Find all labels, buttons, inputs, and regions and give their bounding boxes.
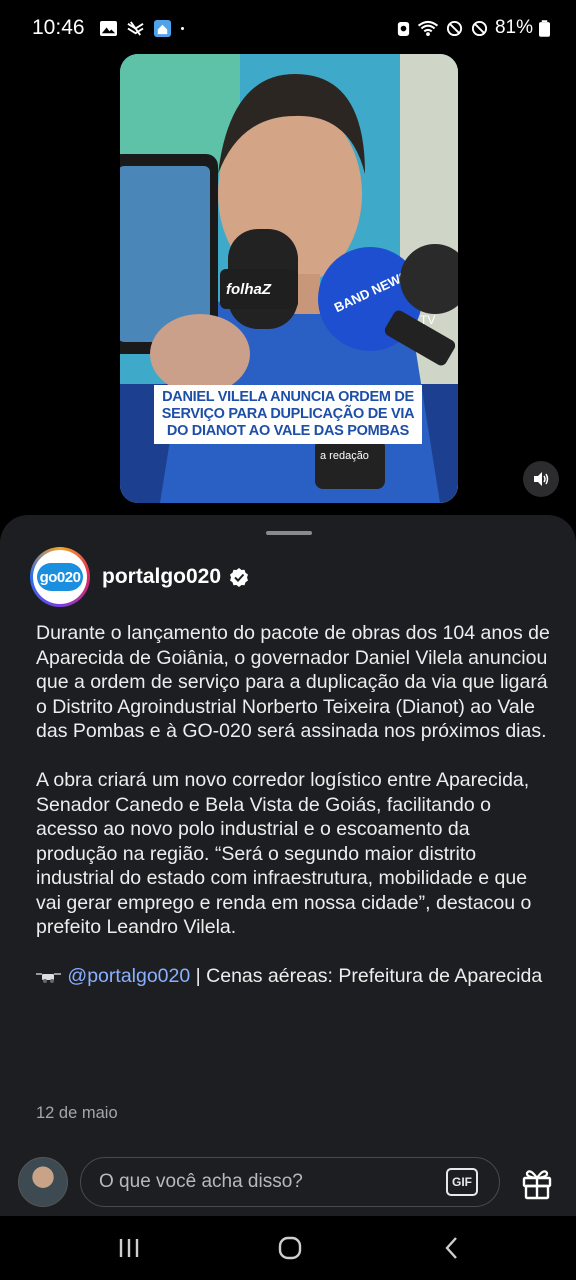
author-username[interactable]: portalgo020: [102, 565, 221, 589]
post-date: 12 de maio: [36, 1104, 118, 1122]
author-logo: go020: [37, 563, 83, 591]
dnd-icon: [471, 20, 488, 36]
home-app-icon: [153, 19, 171, 37]
volume-icon: [534, 472, 549, 486]
volume-button[interactable]: [523, 461, 559, 497]
wifi-icon: [417, 20, 439, 36]
drag-handle[interactable]: [266, 531, 312, 535]
caption-line-1: DANIEL VILELA ANUNCIA ORDEM DE: [162, 389, 414, 405]
recent-apps-icon: [119, 1239, 139, 1257]
gift-icon[interactable]: [520, 1166, 554, 1200]
mic-label-folha: folhaZ: [226, 281, 272, 298]
caption-line-3: DO DIANOT AO VALE DAS POMBAS: [166, 423, 410, 439]
gif-button[interactable]: GIF: [446, 1168, 478, 1196]
comment-bar: GIF: [0, 1148, 576, 1216]
system-nav-bar: [0, 1216, 576, 1280]
post-paragraph: A obra criará um novo corredor logístico…: [36, 769, 532, 938]
mention-link[interactable]: @portalgo020: [67, 965, 190, 987]
mic-label-redacao: a redação: [320, 450, 369, 462]
verified-badge-icon: [230, 568, 249, 587]
gallery-icon: [99, 20, 117, 36]
recent-apps-button[interactable]: [113, 1232, 145, 1264]
battery-icon: [539, 19, 550, 37]
drone-icon: [36, 972, 61, 983]
sync-icon: [127, 20, 144, 36]
home-icon: [278, 1236, 302, 1260]
credit-text: | Cenas aéreas: Prefeitura de Aparecida: [190, 965, 543, 987]
dnd-icon: [446, 20, 463, 36]
post-sheet: go020 portalgo020 Durante o lançamento d…: [0, 515, 576, 1215]
post-caption: Durante o lançamento do pacote de obras …: [36, 621, 552, 989]
status-bar: 10:46 81%: [0, 0, 576, 56]
home-button[interactable]: [274, 1232, 306, 1264]
alarm-icon: [397, 21, 410, 36]
mic-label-tv: TV: [420, 313, 435, 327]
post-credit: @portalgo020 | Cenas aéreas: Prefeitura …: [36, 964, 552, 989]
status-time: 10:46: [32, 16, 85, 39]
user-avatar[interactable]: [18, 1157, 68, 1207]
dot-icon: [180, 26, 184, 30]
post-paragraph: Durante o lançamento do pacote de obras …: [36, 622, 550, 742]
battery-percent: 81%: [494, 17, 533, 38]
reel-video[interactable]: folhaZ BAND NEWS TV a redação DANIEL VIL…: [120, 54, 458, 503]
post-author[interactable]: go020 portalgo020: [30, 547, 249, 607]
back-icon: [445, 1237, 457, 1259]
author-avatar[interactable]: go020: [30, 547, 90, 607]
back-button[interactable]: [436, 1232, 468, 1264]
caption-line-2: SERVIÇO PARA DUPLICAÇÃO DE VIA: [161, 406, 415, 422]
video-caption: DANIEL VILELA ANUNCIA ORDEM DE SERVIÇO P…: [154, 385, 422, 444]
comment-input[interactable]: [80, 1157, 500, 1207]
